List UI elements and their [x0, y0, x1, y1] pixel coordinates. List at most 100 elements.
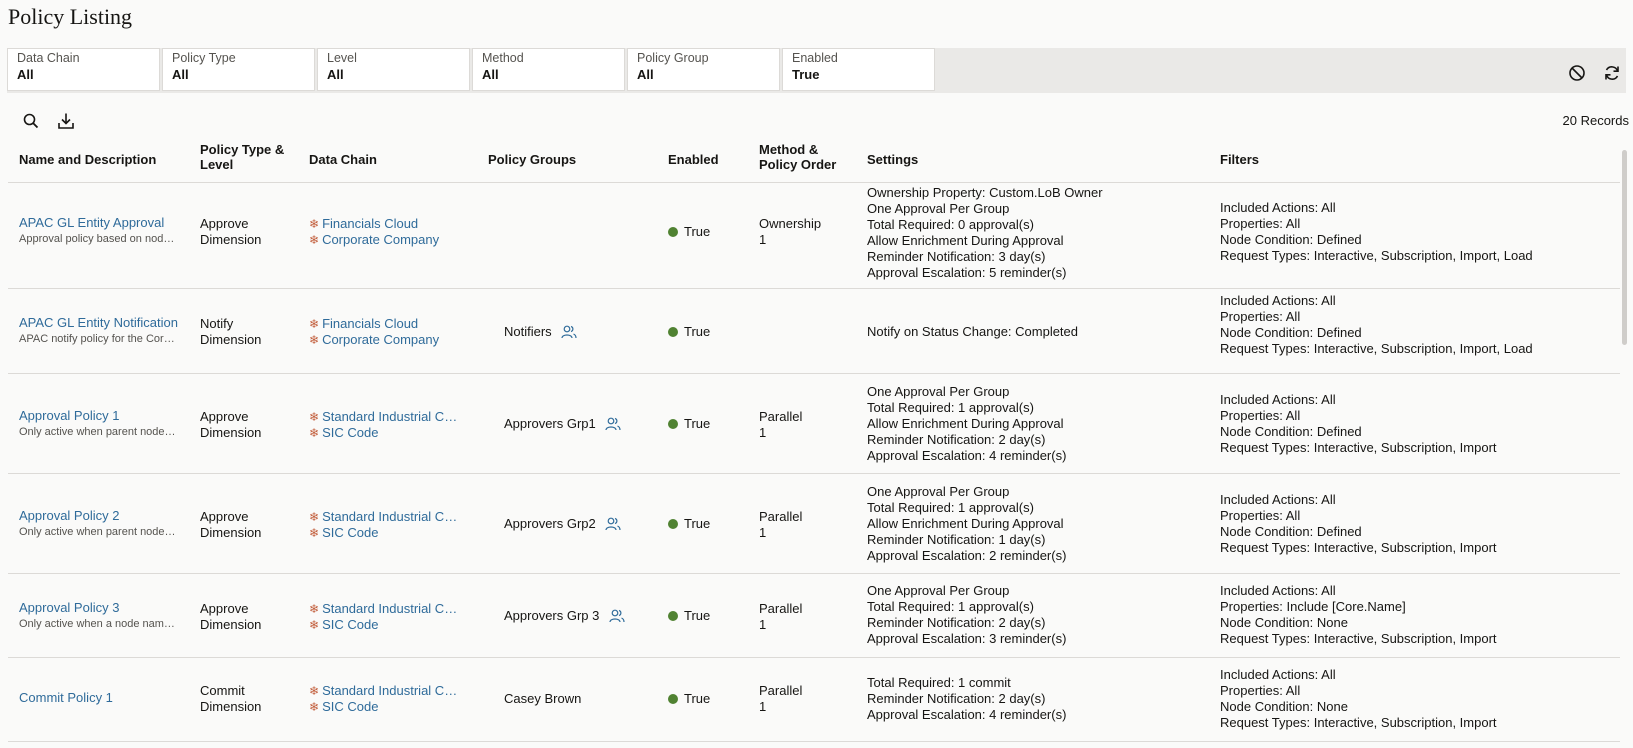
enabled-status: True	[668, 516, 710, 532]
column-header-type-level[interactable]: Policy Type & Level	[200, 142, 290, 172]
policy-description: Only active when a node name matches	[19, 618, 177, 630]
data-chain-item[interactable]: ❄ Financials Cloud	[309, 316, 459, 332]
enabled-value: True	[684, 691, 711, 706]
filter-line: Node Condition: Defined	[1220, 524, 1362, 539]
vertical-scrollbar[interactable]	[1622, 150, 1627, 345]
filter-line: Properties: All	[1220, 508, 1301, 523]
page-title: Policy Listing	[8, 4, 133, 29]
filter-enabled[interactable]: Enabled True	[782, 48, 935, 91]
setting-line: Allow Enrichment During Approval	[867, 416, 1064, 431]
policy-name-link[interactable]: APAC GL Entity Notification	[19, 315, 179, 331]
table-row[interactable]: APAC GL Entity Approval Approval policy …	[8, 183, 1620, 289]
column-header-policy-groups[interactable]: Policy Groups	[488, 152, 576, 167]
policy-name-link[interactable]: Approval Policy 3	[19, 600, 179, 616]
data-chain-icon: ❄	[309, 526, 320, 540]
filter-line: Properties: Include [Core.Name]	[1220, 599, 1406, 614]
table-row[interactable]: APAC GL Entity Notification APAC notify …	[8, 289, 1620, 374]
filter-line: Request Types: Interactive, Subscription…	[1220, 540, 1497, 555]
table-row[interactable]: Commit Policy 1 Commit Dimension ❄ Standa…	[8, 658, 1620, 742]
enabled-status: True	[668, 224, 710, 240]
settings-list: Notify on Status Change: Completed	[867, 324, 1078, 340]
data-chain-icon: ❄	[309, 700, 320, 714]
table-row[interactable]: Approval Policy 2 Only active when paren…	[8, 474, 1620, 574]
filter-line: Included Actions: All	[1220, 293, 1336, 308]
clear-filters-icon[interactable]	[1568, 64, 1586, 82]
policy-method: Ownership	[759, 216, 822, 231]
policy-group[interactable]: Approvers Grp2	[504, 516, 621, 532]
data-chain-item[interactable]: ❄ SIC Code	[309, 699, 459, 715]
filter-line: Included Actions: All	[1220, 392, 1336, 407]
data-chain-label: Standard Industrial Classification	[322, 683, 459, 698]
data-chain-label: SIC Code	[322, 699, 379, 714]
status-dot-icon	[668, 519, 678, 529]
data-chain-item[interactable]: ❄ SIC Code	[309, 425, 459, 441]
data-chain-label: Standard Industrial Classification	[322, 509, 459, 524]
setting-line: Reminder Notification: 2 day(s)	[867, 691, 1046, 706]
settings-list: One Approval Per Group Total Required: 1…	[867, 384, 1066, 464]
filter-data-chain[interactable]: Data Chain All	[7, 48, 160, 91]
column-header-enabled[interactable]: Enabled	[668, 152, 719, 167]
filter-level[interactable]: Level All	[317, 48, 470, 91]
data-chain-icon: ❄	[309, 333, 320, 347]
filters-list: Included Actions: All Properties: All No…	[1220, 392, 1497, 456]
policy-group[interactable]: Notifiers	[504, 324, 577, 340]
filters-list: Included Actions: All Properties: All No…	[1220, 492, 1497, 556]
policy-description: Only active when parent node is defined	[19, 426, 177, 438]
search-icon[interactable]	[22, 112, 40, 130]
setting-line: Total Required: 1 approval(s)	[867, 500, 1034, 515]
data-chain-item[interactable]: ❄ SIC Code	[309, 617, 459, 633]
data-chain-item[interactable]: ❄Standard Industrial Classification	[309, 683, 459, 699]
policy-group[interactable]: Approvers Grp1	[504, 416, 621, 432]
policy-description: APAC notify policy for the Corporate Com…	[19, 333, 177, 345]
refresh-icon[interactable]	[1603, 64, 1621, 82]
policy-type: Notify	[200, 316, 234, 331]
policy-name-link[interactable]: Approval Policy 2	[19, 508, 179, 524]
download-icon[interactable]	[57, 112, 75, 130]
column-header-name[interactable]: Name and Description	[19, 152, 156, 167]
setting-line: Reminder Notification: 3 day(s)	[867, 249, 1046, 264]
filter-policy-group[interactable]: Policy Group All	[627, 48, 780, 91]
column-header-settings[interactable]: Settings	[867, 152, 918, 167]
data-chain-item[interactable]: ❄ SIC Code	[309, 525, 459, 541]
filter-policy-type[interactable]: Policy Type All	[162, 48, 315, 91]
filter-line: Properties: All	[1220, 408, 1301, 423]
policy-group-label: Casey Brown	[504, 691, 582, 706]
setting-line: Total Required: 1 approval(s)	[867, 599, 1034, 614]
data-chain-item[interactable]: ❄Standard Industrial Classification	[309, 601, 459, 617]
data-chain-item[interactable]: ❄Standard Industrial Classification	[309, 409, 459, 425]
policy-level: Dimension	[200, 525, 262, 540]
policy-group-label: Approvers Grp2	[504, 516, 596, 531]
filter-value: All	[637, 67, 654, 82]
group-users-icon	[605, 517, 621, 531]
filter-line: Included Actions: All	[1220, 667, 1336, 682]
data-chain-item[interactable]: ❄ Financials Cloud	[309, 216, 459, 232]
settings-list: One Approval Per Group Total Required: 1…	[867, 583, 1066, 647]
status-dot-icon	[668, 694, 678, 704]
filter-line: Node Condition: None	[1220, 615, 1348, 630]
column-header-filters[interactable]: Filters	[1220, 152, 1259, 167]
policy-level: Dimension	[200, 425, 262, 440]
setting-line: Ownership Property: Custom.LoB Owner	[867, 185, 1103, 200]
data-chain-item[interactable]: ❄ Corporate Company	[309, 332, 459, 348]
column-header-data-chain[interactable]: Data Chain	[309, 152, 377, 167]
policy-name-link[interactable]: Approval Policy 1	[19, 408, 179, 424]
policy-name-link[interactable]: APAC GL Entity Approval	[19, 215, 179, 231]
policy-group-label: Approvers Grp1	[504, 416, 596, 431]
filters-list: Included Actions: All Properties: All No…	[1220, 293, 1533, 357]
data-chain-label: Standard Industrial Classification	[322, 409, 459, 424]
policy-group[interactable]: Approvers Grp 3	[504, 608, 625, 624]
filter-label: Enabled	[792, 51, 838, 65]
filter-bar: Data Chain All Policy Type All Level All…	[7, 48, 1626, 93]
data-chain-item[interactable]: ❄Standard Industrial Classification	[309, 509, 459, 525]
table-row[interactable]: Approval Policy 3 Only active when a nod…	[8, 574, 1620, 658]
enabled-value: True	[684, 324, 711, 339]
setting-line: Reminder Notification: 2 day(s)	[867, 615, 1046, 630]
data-chain-item[interactable]: ❄ Corporate Company	[309, 232, 459, 248]
filter-line: Request Types: Interactive, Subscription…	[1220, 715, 1497, 730]
filter-line: Node Condition: None	[1220, 699, 1348, 714]
policy-group[interactable]: Casey Brown	[504, 691, 581, 707]
table-row[interactable]: Approval Policy 1 Only active when paren…	[8, 374, 1620, 474]
column-header-method-order[interactable]: Method & Policy Order	[759, 142, 849, 172]
filter-method[interactable]: Method All	[472, 48, 625, 91]
policy-name-link[interactable]: Commit Policy 1	[19, 690, 179, 706]
